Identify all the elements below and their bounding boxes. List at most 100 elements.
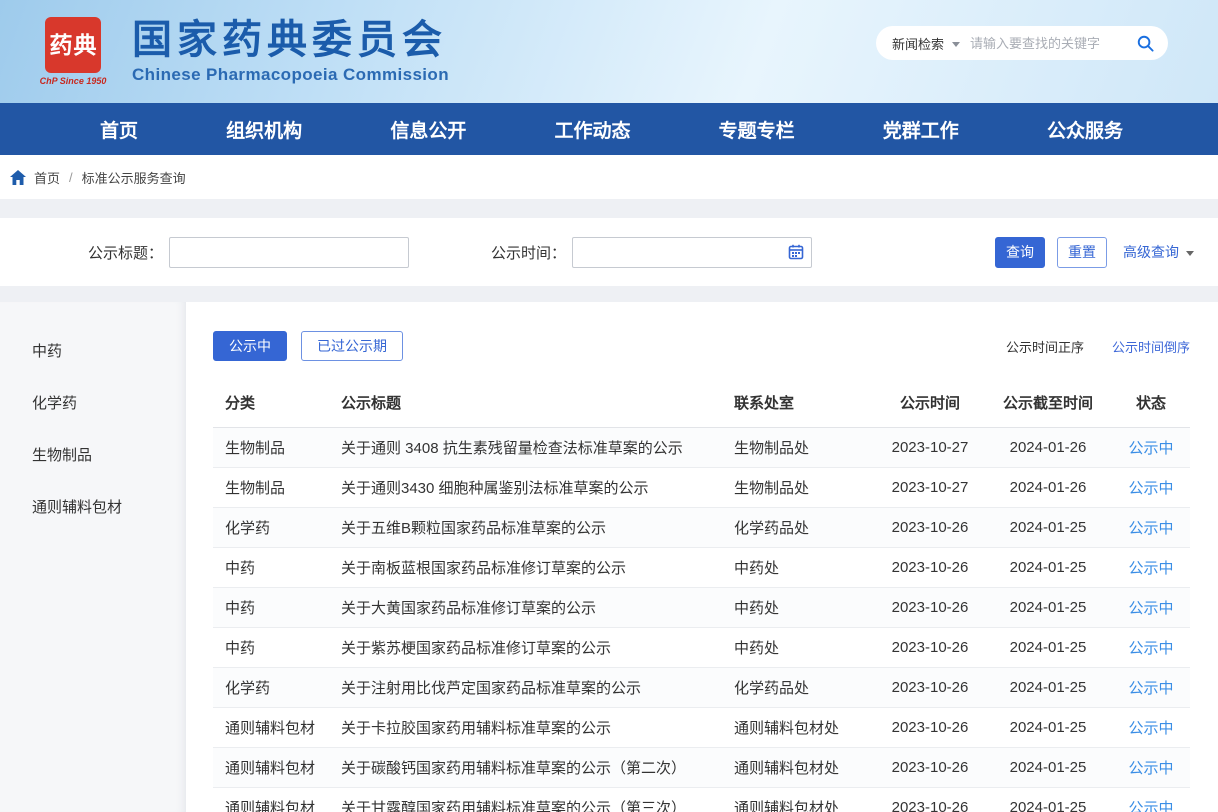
- row-title-link[interactable]: 关于卡拉胶国家药用辅料标准草案的公示: [333, 708, 726, 748]
- row-deadline: 2024-01-25: [984, 588, 1112, 628]
- home-icon[interactable]: [10, 170, 26, 185]
- row-title-link[interactable]: 关于南板蓝根国家药品标准修订草案的公示: [333, 548, 726, 588]
- table-header: 分类 公示标题 联系处室 公示时间 公示截至时间 状态: [213, 382, 1190, 428]
- row-title-link[interactable]: 关于大黄国家药品标准修订草案的公示: [333, 588, 726, 628]
- row-deadline: 2024-01-25: [984, 668, 1112, 708]
- tab-expired-announcement[interactable]: 已过公示期: [301, 331, 403, 361]
- row-category: 生物制品: [213, 428, 333, 468]
- row-department: 生物制品处: [726, 428, 876, 468]
- row-title-link[interactable]: 关于注射用比伐芦定国家药品标准草案的公示: [333, 668, 726, 708]
- sidebar-item-chemical-drug[interactable]: 化学药: [0, 376, 186, 428]
- chevron-down-icon[interactable]: [952, 42, 960, 47]
- advanced-query-link[interactable]: 高级查询: [1123, 242, 1194, 262]
- row-status-link[interactable]: 公示中: [1112, 588, 1190, 628]
- row-category: 化学药: [213, 668, 333, 708]
- sort-time-ascending-link[interactable]: 公示时间正序: [1006, 337, 1084, 356]
- chevron-down-icon: [1186, 251, 1194, 256]
- breadcrumb-separator: /: [69, 170, 73, 185]
- sidebar-item-biologics[interactable]: 生物制品: [0, 428, 186, 480]
- row-publish-date: 2023-10-26: [876, 748, 984, 788]
- calendar-icon[interactable]: [788, 244, 804, 260]
- sort-controls: 公示时间正序 公示时间倒序: [1006, 337, 1190, 356]
- header-category: 分类: [213, 382, 333, 428]
- breadcrumb: 首页 / 标准公示服务查询: [0, 155, 1218, 199]
- nav-item-public-service[interactable]: 公众服务: [1047, 116, 1123, 143]
- filter-panel: 公示标题： 公示时间： 查询 重置: [0, 218, 1218, 286]
- nav-item-special-topics[interactable]: 专题专栏: [719, 116, 795, 143]
- nav-item-work-updates[interactable]: 工作动态: [554, 116, 630, 143]
- breadcrumb-home-link[interactable]: 首页: [34, 168, 60, 187]
- row-status-link[interactable]: 公示中: [1112, 428, 1190, 468]
- nav-item-home[interactable]: 首页: [100, 116, 138, 143]
- row-category: 中药: [213, 588, 333, 628]
- row-deadline: 2024-01-25: [984, 508, 1112, 548]
- nav-item-party-work[interactable]: 党群工作: [883, 116, 959, 143]
- category-sidebar: 中药 化学药 生物制品 通则辅料包材: [0, 302, 186, 812]
- header-deadline: 公示截至时间: [984, 382, 1112, 428]
- header-search-bar[interactable]: 新闻检索: [876, 26, 1168, 60]
- table-row: 中药 关于大黄国家药品标准修订草案的公示 中药处 2023-10-26 2024…: [213, 588, 1190, 628]
- nav-item-info-disclosure[interactable]: 信息公开: [390, 116, 466, 143]
- row-title-link[interactable]: 关于五维B颗粒国家药品标准草案的公示: [333, 508, 726, 548]
- title-filter-label: 公示标题：: [88, 242, 163, 263]
- header-status: 状态: [1112, 382, 1190, 428]
- search-category-select[interactable]: 新闻检索: [892, 34, 944, 53]
- query-button[interactable]: 查询: [995, 237, 1045, 268]
- results-area: 公示中 已过公示期 公示时间正序 公示时间倒序 分类 公示标题 联系处室: [186, 302, 1218, 812]
- row-status-link[interactable]: 公示中: [1112, 788, 1190, 812]
- row-deadline: 2024-01-25: [984, 788, 1112, 812]
- row-category: 中药: [213, 548, 333, 588]
- tab-in-announcement[interactable]: 公示中: [213, 331, 287, 361]
- row-status-link[interactable]: 公示中: [1112, 668, 1190, 708]
- sort-time-descending-link[interactable]: 公示时间倒序: [1112, 337, 1190, 356]
- breadcrumb-current: 标准公示服务查询: [82, 168, 186, 187]
- row-title-link[interactable]: 关于甘露醇国家药用辅料标准草案的公示（第三次）: [333, 788, 726, 812]
- main-nav: 首页 组织机构 信息公开 工作动态 专题专栏 党群工作 公众服务: [0, 103, 1218, 155]
- row-department: 通则辅料包材处: [726, 748, 876, 788]
- nav-item-organization[interactable]: 组织机构: [226, 116, 302, 143]
- sidebar-item-general-excipients[interactable]: 通则辅料包材: [0, 480, 186, 532]
- row-status-link[interactable]: 公示中: [1112, 548, 1190, 588]
- logo-caption: ChP Since 1950: [38, 76, 108, 86]
- row-status-link[interactable]: 公示中: [1112, 508, 1190, 548]
- sidebar-item-tcm[interactable]: 中药: [0, 324, 186, 376]
- site-title-block: 国家药典委员会 Chinese Pharmacopoeia Commission: [132, 18, 449, 85]
- row-department: 中药处: [726, 628, 876, 668]
- row-deadline: 2024-01-26: [984, 468, 1112, 508]
- table-row: 生物制品 关于通则 3408 抗生素残留量检查法标准草案的公示 生物制品处 20…: [213, 428, 1190, 468]
- row-title-link[interactable]: 关于通则 3408 抗生素残留量检查法标准草案的公示: [333, 428, 726, 468]
- table-row: 化学药 关于五维B颗粒国家药品标准草案的公示 化学药品处 2023-10-26 …: [213, 508, 1190, 548]
- time-filter-input[interactable]: [572, 237, 812, 268]
- row-department: 生物制品处: [726, 468, 876, 508]
- row-status-link[interactable]: 公示中: [1112, 628, 1190, 668]
- page: 药 典 ChP Since 1950 国家药典委员会 Chinese Pharm…: [0, 0, 1218, 812]
- row-publish-date: 2023-10-26: [876, 628, 984, 668]
- row-department: 化学药品处: [726, 508, 876, 548]
- table-body: 生物制品 关于通则 3408 抗生素残留量检查法标准草案的公示 生物制品处 20…: [213, 428, 1190, 812]
- search-icon[interactable]: [1136, 34, 1155, 53]
- row-department: 化学药品处: [726, 668, 876, 708]
- site-logo: 药 典 ChP Since 1950: [38, 17, 108, 86]
- title-filter-input[interactable]: [169, 237, 409, 268]
- row-title-link[interactable]: 关于紫苏梗国家药品标准修订草案的公示: [333, 628, 726, 668]
- row-publish-date: 2023-10-26: [876, 788, 984, 812]
- row-title-link[interactable]: 关于通则3430 细胞种属鉴别法标准草案的公示: [333, 468, 726, 508]
- row-status-link[interactable]: 公示中: [1112, 708, 1190, 748]
- header-title: 公示标题: [333, 382, 726, 428]
- site-header: 药 典 ChP Since 1950 国家药典委员会 Chinese Pharm…: [0, 0, 1218, 103]
- row-status-link[interactable]: 公示中: [1112, 748, 1190, 788]
- row-publish-date: 2023-10-27: [876, 428, 984, 468]
- row-department: 中药处: [726, 548, 876, 588]
- row-deadline: 2024-01-25: [984, 628, 1112, 668]
- reset-button[interactable]: 重置: [1057, 237, 1107, 268]
- seal-char: 典: [74, 34, 97, 57]
- row-publish-date: 2023-10-26: [876, 668, 984, 708]
- row-publish-date: 2023-10-26: [876, 508, 984, 548]
- row-category: 通则辅料包材: [213, 748, 333, 788]
- row-title-link[interactable]: 关于碳酸钙国家药用辅料标准草案的公示（第二次）: [333, 748, 726, 788]
- time-filter-label: 公示时间：: [491, 242, 566, 263]
- row-status-link[interactable]: 公示中: [1112, 468, 1190, 508]
- search-input[interactable]: [970, 36, 1136, 51]
- table-row: 中药 关于紫苏梗国家药品标准修订草案的公示 中药处 2023-10-26 202…: [213, 628, 1190, 668]
- row-publish-date: 2023-10-26: [876, 588, 984, 628]
